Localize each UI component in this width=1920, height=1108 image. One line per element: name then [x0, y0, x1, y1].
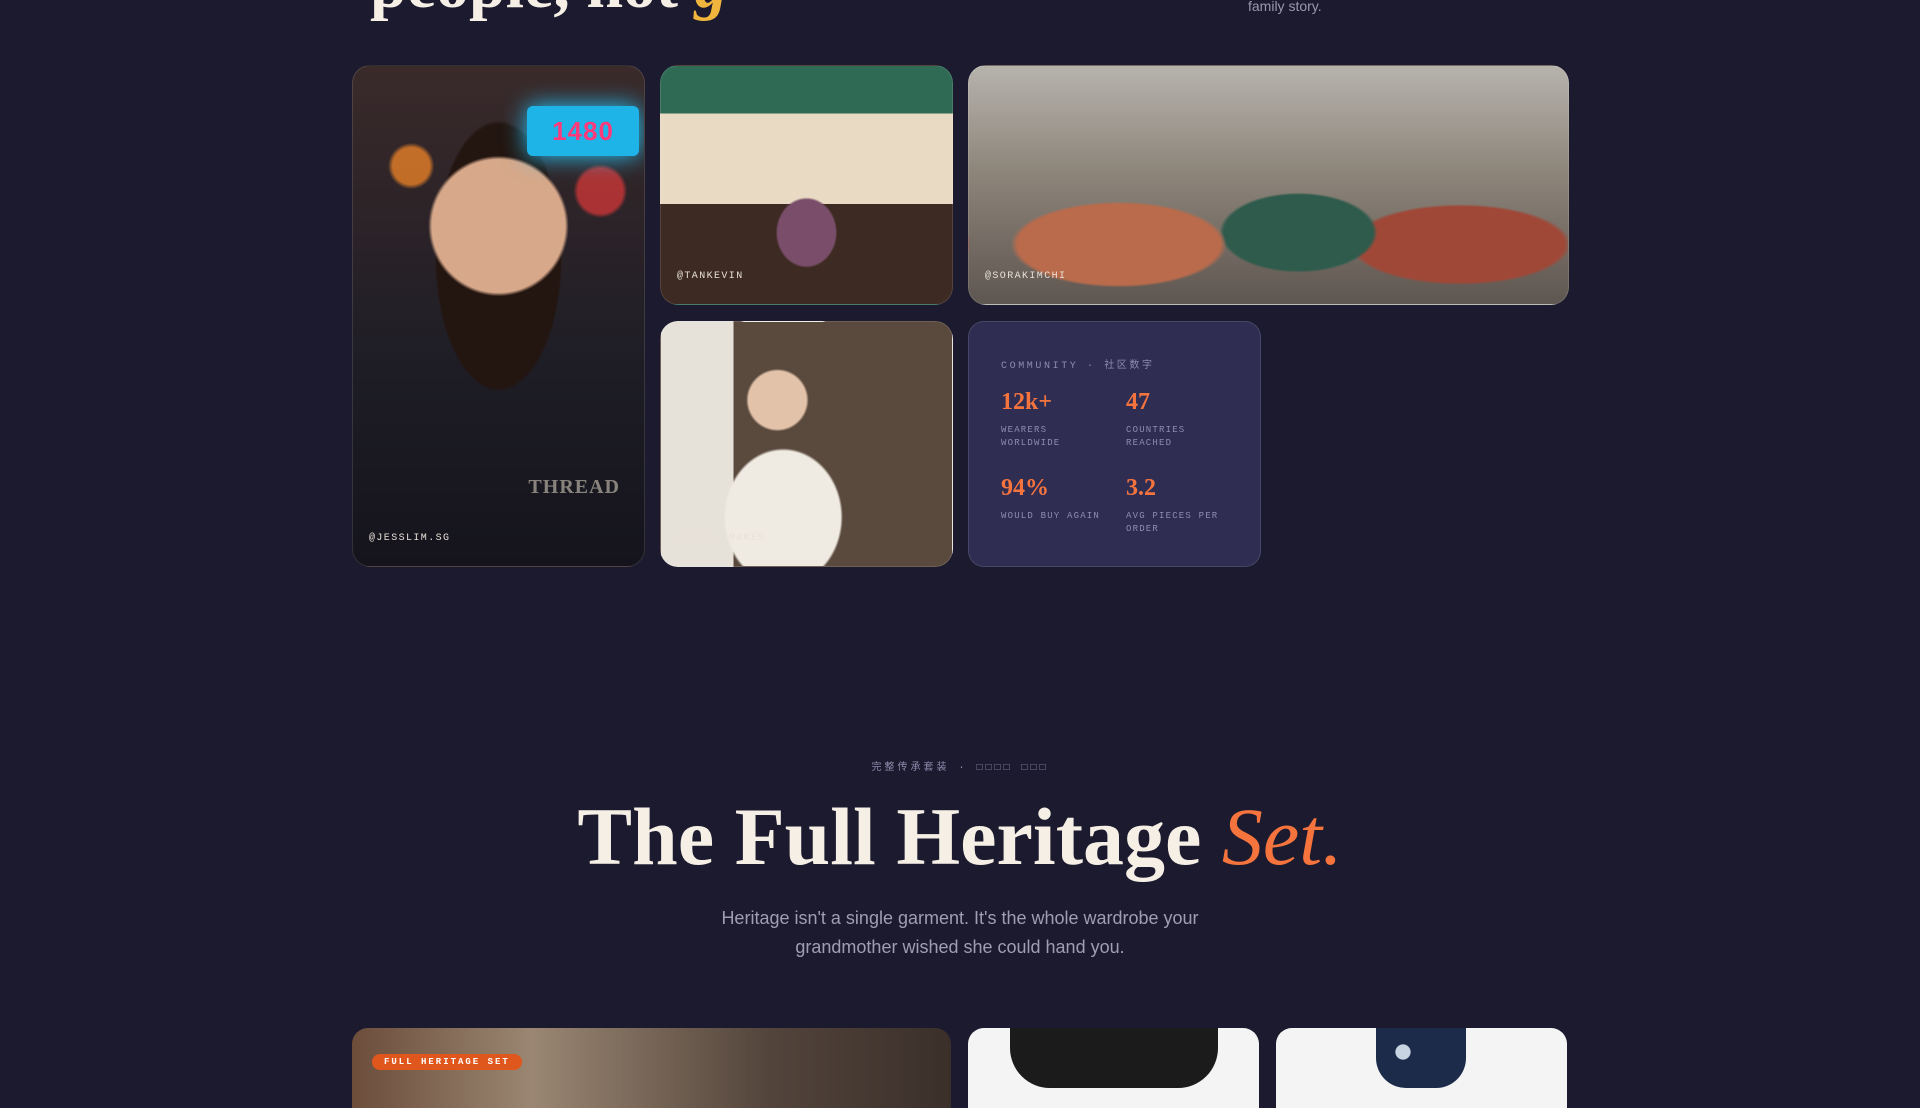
previous-section-heading: people, not g	[370, 0, 728, 24]
stat-wearers: 12k+ WEARERS WORLDWIDE	[1001, 390, 1111, 450]
community-photo-jesslim[interactable]: 1480 THREAD @JESSLIM.SG	[352, 65, 645, 567]
neon-sign: 1480	[527, 106, 639, 156]
community-photo-priya[interactable]: @PRIYA.MAKES	[660, 321, 953, 567]
stat-value: 94%	[1001, 475, 1049, 501]
stat-value: 12k+	[1001, 389, 1053, 415]
product-card-print-hoodie[interactable]	[1276, 1028, 1567, 1108]
section-title: The Full Heritage Set.	[0, 790, 1920, 884]
section-subtitle: Heritage isn't a single garment. It's th…	[721, 908, 1199, 957]
community-stats-card: COMMUNITY · 社区数字 12k+ WEARERS WORLDWIDE …	[968, 321, 1261, 567]
user-handle: @PRIYA.MAKES	[677, 533, 766, 544]
community-photo-tankevin[interactable]: @TANKEVIN	[660, 65, 953, 305]
stat-caption: WOULD BUY AGAIN	[1001, 511, 1101, 521]
product-card-hoodie[interactable]	[968, 1028, 1259, 1108]
title-accent: Set.	[1221, 791, 1343, 882]
user-handle: @TANKEVIN	[677, 271, 744, 282]
stat-countries: 47 COUNTRIES REACHED	[1126, 390, 1236, 450]
print-hoodie-image	[1376, 1028, 1466, 1088]
stat-value: 47	[1126, 389, 1150, 415]
user-handle: @JESSLIM.SG	[369, 533, 451, 544]
product-card-full-set[interactable]: FULL HERITAGE SET	[352, 1028, 951, 1108]
title-main: The Full Heritage	[577, 791, 1202, 882]
thread-watermark: THREAD	[528, 476, 620, 498]
heading-main: people, not	[370, 0, 678, 22]
stat-caption: AVG PIECES PER ORDER	[1126, 511, 1219, 534]
section-eyebrow: 完整传承套装 · □□□□ □□□	[871, 763, 1049, 774]
community-photo-sorakimchi[interactable]: @SORAKIMCHI	[968, 65, 1569, 305]
full-set-badge: FULL HERITAGE SET	[372, 1054, 522, 1070]
stat-avg-pieces: 3.2 AVG PIECES PER ORDER	[1126, 476, 1236, 536]
stats-label: COMMUNITY · 社区数字	[1001, 361, 1155, 372]
user-handle: @SORAKIMCHI	[985, 271, 1067, 282]
stat-value: 3.2	[1126, 475, 1156, 501]
stat-caption: WEARERS WORLDWIDE	[1001, 425, 1061, 448]
stat-buy-again: 94% WOULD BUY AGAIN	[1001, 476, 1111, 523]
stat-caption: COUNTRIES REACHED	[1126, 425, 1186, 448]
hoodie-image	[1010, 1028, 1218, 1088]
previous-section-note: family story.	[1248, 0, 1322, 14]
heading-accent: g	[695, 0, 728, 22]
